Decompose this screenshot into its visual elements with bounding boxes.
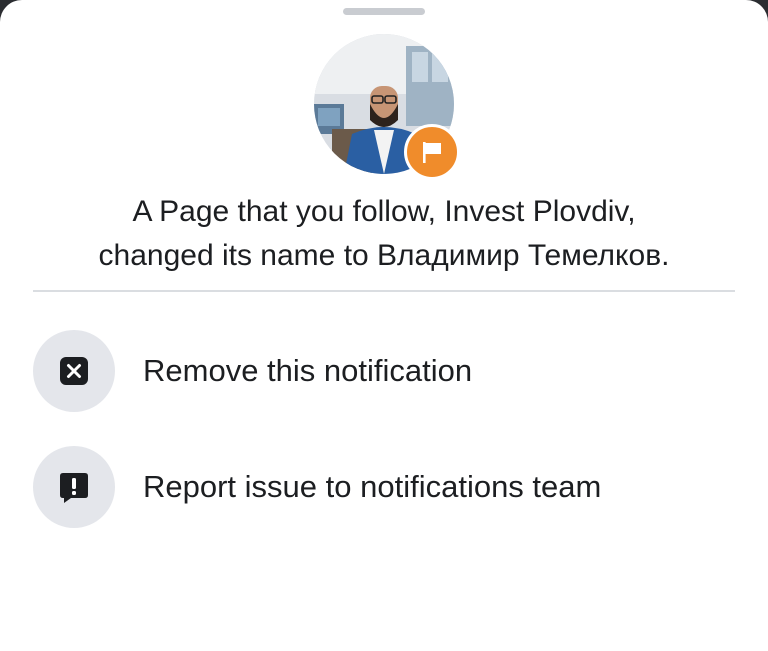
report-issue-label: Report issue to notifications team xyxy=(143,469,602,504)
close-square-icon xyxy=(33,330,115,412)
divider xyxy=(33,290,735,292)
page-avatar-container xyxy=(314,34,460,180)
notification-message: A Page that you follow, Invest Plovdiv, … xyxy=(20,190,748,278)
remove-notification-button[interactable]: Remove this notification xyxy=(33,330,733,412)
flag-icon xyxy=(423,142,441,163)
remove-notification-label: Remove this notification xyxy=(143,353,473,388)
bottom-sheet: A Page that you follow, Invest Plovdiv, … xyxy=(0,0,768,651)
report-issue-button[interactable]: Report issue to notifications team xyxy=(33,446,733,528)
message-line-1: A Page that you follow, Invest Plovdiv, xyxy=(132,195,636,228)
message-line-2: changed its name to Владимир Темелков. xyxy=(98,239,670,272)
report-speech-icon xyxy=(33,446,115,528)
sheet-grabber-handle[interactable] xyxy=(343,8,425,15)
flag-icon-badge xyxy=(404,124,460,180)
